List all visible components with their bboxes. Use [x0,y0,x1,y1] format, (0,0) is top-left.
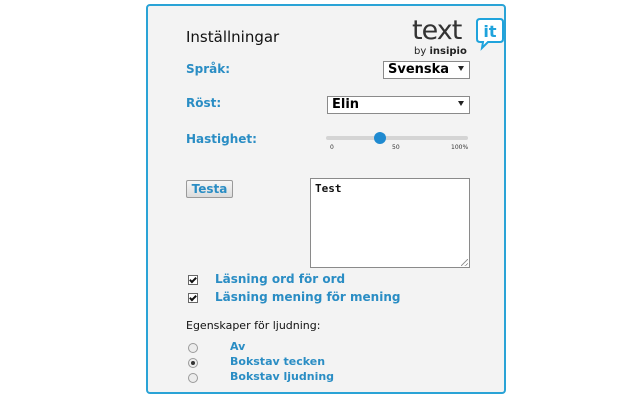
voice-label: Röst: [186,96,222,110]
logo-brand: insipio [429,46,467,57]
speed-tick-mid: 50 [392,144,400,151]
checkbox-sentence-label: Läsning mening för mening [215,290,401,304]
test-text-input[interactable]: Test [310,178,470,268]
page-title: Inställningar [186,28,280,46]
chevron-down-icon [458,101,464,106]
radio-letter-char[interactable] [188,358,198,368]
speed-tick-min: 0 [330,144,334,151]
logo-wordmark: text [412,15,462,46]
speed-slider-handle[interactable] [373,132,386,144]
test-text-value: Test [315,182,342,195]
radio-letter-sound-label: Bokstav ljudning [230,370,335,383]
speed-label: Hastighet: [186,132,257,146]
language-select-value: Svenska [388,62,450,77]
settings-panel: Inställningar text it by insipio Språk: … [146,4,506,394]
checkbox-word-by-word[interactable] [188,275,198,285]
logo-byline: by insipio [414,46,467,57]
radio-off[interactable] [188,343,198,353]
sound-section-label: Egenskaper för ljudning: [186,319,321,332]
speed-slider[interactable] [326,132,468,144]
radio-letter-sound[interactable] [188,373,198,383]
voice-select-value: Elin [332,97,360,112]
speech-bubble-icon: it [476,18,504,51]
textit-logo: text it by insipio [412,16,504,62]
radio-letter-char-label: Bokstav tecken [230,355,326,368]
radio-off-label: Av [230,340,246,353]
checkbox-word-label: Läsning ord för ord [215,272,346,286]
voice-select[interactable]: Elin [327,96,470,114]
logo-bubble-text: it [483,22,496,41]
logo-by-prefix: by [414,46,427,57]
test-button[interactable]: Testa [186,180,233,198]
speed-tick-max: 100% [451,144,469,151]
chevron-down-icon [458,66,464,71]
language-select[interactable]: Svenska [383,61,470,79]
language-label: Språk: [186,62,231,76]
checkbox-sentence-by-sentence[interactable] [188,293,198,303]
resize-grip-icon[interactable] [461,259,468,266]
